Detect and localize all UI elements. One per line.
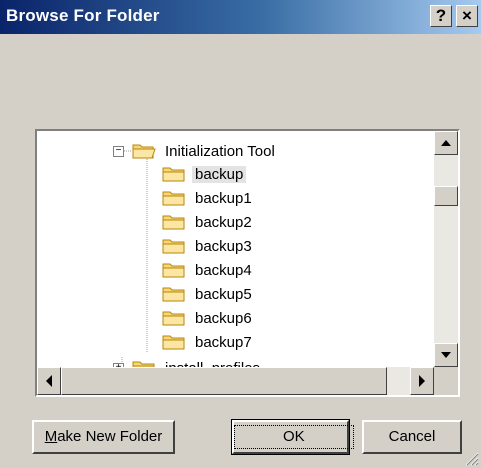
folder-icon	[162, 167, 185, 182]
folder-icon	[162, 311, 185, 326]
tree-item-backup3[interactable]: backup3	[162, 235, 255, 257]
tree-item-label: Initialization Tool	[165, 142, 275, 160]
title-bar[interactable]: Browse For Folder ? ×	[0, 0, 481, 34]
scroll-down-button[interactable]	[434, 343, 458, 367]
tree-item-label: backup3	[195, 237, 252, 255]
accelerator-key: M	[44, 428, 58, 445]
button-label: Cancel	[388, 428, 436, 445]
scrollbar-corner	[434, 367, 458, 395]
tree-item-label: install_profiles	[162, 360, 263, 368]
help-button[interactable]: ?	[430, 5, 452, 27]
scroll-thumb[interactable]	[434, 186, 458, 206]
tree-item-backup5[interactable]: backup5	[162, 283, 255, 305]
resize-grip-icon[interactable]	[463, 450, 479, 466]
folder-icon	[132, 361, 155, 367]
arrow-up-icon	[441, 140, 451, 146]
tree-item-label: backup6	[195, 309, 252, 327]
cancel-button[interactable]: Cancel	[362, 420, 462, 454]
ok-button[interactable]: OK	[231, 419, 354, 455]
folder-icon	[162, 191, 185, 206]
tree-item-backup7[interactable]: backup7	[162, 331, 255, 353]
scroll-thumb-horizontal[interactable]	[61, 367, 387, 395]
folder-open-icon	[132, 144, 156, 159]
button-label: OK	[234, 425, 354, 449]
folder-tree[interactable]: − Initialization Tool backup backup1 bac…	[35, 129, 460, 397]
button-label: ake New Folder	[57, 428, 163, 445]
folder-icon	[162, 239, 185, 254]
make-new-folder-button[interactable]: Make New Folder	[32, 420, 175, 454]
arrow-left-icon	[46, 375, 52, 387]
folder-icon	[162, 215, 185, 230]
tree-item-backup[interactable]: backup	[162, 163, 247, 185]
collapse-icon[interactable]: −	[113, 145, 124, 157]
tree-item-backup2[interactable]: backup2	[162, 211, 255, 233]
tree-item-label: backup1	[195, 189, 252, 207]
folder-icon	[162, 287, 185, 302]
folder-icon	[162, 263, 185, 278]
arrow-right-icon	[419, 375, 425, 387]
tree-item-backup6[interactable]: backup6	[162, 307, 255, 329]
tree-item-backup4[interactable]: backup4	[162, 259, 255, 281]
scroll-up-button[interactable]	[434, 131, 458, 155]
tree-item-label: backup4	[195, 261, 252, 279]
tree-view[interactable]: − Initialization Tool backup backup1 bac…	[37, 131, 434, 367]
arrow-down-icon	[441, 352, 451, 358]
tree-item-label: backup7	[195, 333, 252, 351]
horizontal-scrollbar[interactable]	[37, 367, 434, 395]
window-title: Browse For Folder	[6, 6, 160, 25]
scroll-left-button[interactable]	[37, 367, 61, 395]
folder-icon	[162, 335, 185, 350]
tree-item-label: backup	[192, 165, 247, 183]
vertical-scrollbar[interactable]	[434, 131, 458, 367]
tree-item-backup1[interactable]: backup1	[162, 187, 255, 209]
scroll-right-button[interactable]	[410, 367, 434, 395]
tree-item-initialization-tool[interactable]: − Initialization Tool	[113, 140, 278, 162]
tree-item-install-profiles[interactable]: + install_profiles	[113, 357, 263, 367]
tree-item-label: backup5	[195, 285, 252, 303]
tree-item-label: backup2	[195, 213, 252, 231]
close-button[interactable]: ×	[456, 5, 478, 27]
